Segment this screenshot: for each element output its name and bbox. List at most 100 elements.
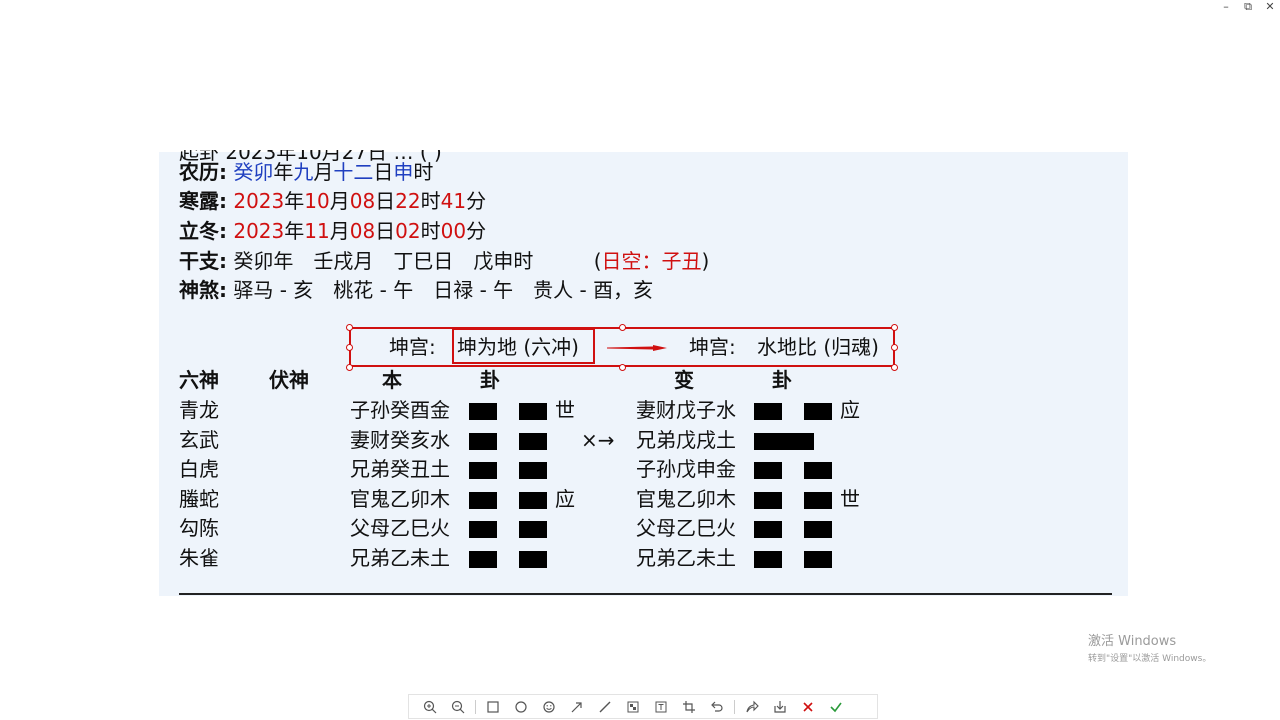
confirm-icon[interactable] xyxy=(825,696,847,718)
right-gua-name: 水地比 (归魂) xyxy=(757,335,879,359)
ben-yao-cell: 兄弟癸丑土 xyxy=(350,457,450,482)
header-bian: 变 xyxy=(674,368,694,392)
resize-handle[interactable] xyxy=(346,344,353,351)
resize-handle[interactable] xyxy=(619,364,626,371)
yao-line-segment xyxy=(754,551,782,568)
yao-line-segment xyxy=(469,521,497,539)
shensha-row: 神煞: 驿马 - 亥 桃花 - 午 日禄 - 午 贵人 - 酉，亥 xyxy=(179,278,654,302)
left-gua-name: 坤为地 (六冲) xyxy=(457,335,579,359)
ben-mark-cell: 世 xyxy=(555,398,575,422)
ganzhi-row: 干支: 癸卯年 壬戌月 丁巳日 戊申时 (日空：子丑) xyxy=(179,249,710,273)
zoom-out-icon[interactable] xyxy=(447,696,469,718)
table-row: 螣蛇 官鬼乙卯木 应 官鬼乙卯木 世 xyxy=(159,484,1128,514)
right-gong: 坤宫: xyxy=(689,335,736,359)
bian-yao-cell: 妻财戊子水 xyxy=(636,398,736,422)
document-area: 起卦 2023年10月27日 … ( ) 农历: 癸卯年九月十二日申时 寒露: … xyxy=(159,150,1128,596)
yao-line-segment xyxy=(754,521,782,539)
line-icon[interactable] xyxy=(594,696,616,718)
yao-line-segment xyxy=(804,491,832,509)
table-row: 朱雀 兄弟乙未土 兄弟乙未土 xyxy=(159,543,1128,573)
gua-title-annotation[interactable]: 坤宫: 坤为地 (六冲) 坤宫: 水地比 (归魂) xyxy=(346,324,898,371)
yao-line-segment xyxy=(519,403,547,420)
change-mark-cell: ×→ xyxy=(581,427,615,452)
yao-line-segment xyxy=(804,521,832,539)
ben-yao-cell: 妻财癸亥水 xyxy=(350,427,450,452)
yao-line-segment xyxy=(754,403,782,420)
windows-activation-watermark: 激活 Windows 转到"设置"以激活 Windows。 xyxy=(1088,634,1212,664)
table-row: 玄武 妻财癸亥水 ×→ 兄弟戊戌土 xyxy=(159,425,1128,455)
header-liushen: 六神 xyxy=(179,368,219,392)
zoom-in-icon[interactable] xyxy=(419,696,441,718)
yao-line-segment xyxy=(469,432,497,450)
save-icon[interactable] xyxy=(769,696,791,718)
share-icon[interactable] xyxy=(741,696,763,718)
liushen-cell: 青龙 xyxy=(179,398,219,422)
header-gua-1: 卦 xyxy=(480,368,500,392)
header-fushen: 伏神 xyxy=(269,368,309,392)
resize-handle[interactable] xyxy=(346,364,353,371)
hanlu-row: 寒露: 2023年10月08日22时41分 xyxy=(179,189,487,213)
yao-line-segment xyxy=(519,462,547,480)
table-row: 青龙 子孙癸酉金 世 妻财戊子水 应 xyxy=(159,395,1128,425)
annotation-toolbar xyxy=(408,694,878,719)
header-ben: 本 xyxy=(382,368,402,392)
table-row: 勾陈 父母乙巳火 父母乙巳火 xyxy=(159,513,1128,543)
yao-line-segment xyxy=(519,432,547,450)
resize-handle[interactable] xyxy=(346,324,353,331)
undo-icon[interactable] xyxy=(706,696,728,718)
cancel-icon[interactable] xyxy=(797,696,819,718)
liushen-cell: 朱雀 xyxy=(179,546,219,570)
bian-yao-cell: 子孙戊申金 xyxy=(636,457,736,482)
divider-line xyxy=(179,593,1112,595)
yao-line-segment xyxy=(469,491,497,509)
toolbar-separator xyxy=(734,699,735,714)
bian-yao-cell: 父母乙巳火 xyxy=(636,516,736,541)
minimize-button[interactable]: – xyxy=(1220,0,1232,14)
yao-line-segment xyxy=(519,521,547,539)
resize-handle[interactable] xyxy=(891,344,898,351)
yao-line-segment xyxy=(804,462,832,480)
left-gong: 坤宫: xyxy=(389,335,436,359)
header-gua-2: 卦 xyxy=(772,368,792,392)
close-button[interactable]: ✕ xyxy=(1264,0,1276,14)
liushen-cell: 玄武 xyxy=(179,427,219,452)
arrow-icon[interactable] xyxy=(566,696,588,718)
resize-handle[interactable] xyxy=(619,324,626,331)
ben-yao-cell: 官鬼乙卯木 xyxy=(350,486,450,511)
bian-mark-cell: 应 xyxy=(840,398,860,422)
restore-button[interactable]: ⧉ xyxy=(1242,0,1254,14)
ben-yao-cell: 父母乙巳火 xyxy=(350,516,450,541)
liushen-cell: 白虎 xyxy=(179,457,219,482)
resize-handle[interactable] xyxy=(891,364,898,371)
yao-line-segment xyxy=(804,403,832,420)
bian-yao-cell: 兄弟戊戌土 xyxy=(636,427,736,452)
mosaic-icon[interactable] xyxy=(622,696,644,718)
resize-handle[interactable] xyxy=(891,324,898,331)
emoji-icon[interactable] xyxy=(538,696,560,718)
crop-icon[interactable] xyxy=(678,696,700,718)
toolbar-separator xyxy=(475,699,476,714)
nongli-row: 农历: 癸卯年九月十二日申时 xyxy=(179,160,434,184)
yao-line-segment xyxy=(804,551,832,568)
ben-yao-cell: 兄弟乙未土 xyxy=(350,546,450,570)
yao-line-segment xyxy=(519,551,547,568)
yao-line-segment xyxy=(469,551,497,568)
yao-line-segment xyxy=(754,462,782,480)
yao-line-segment xyxy=(754,432,814,450)
arrow-annotation[interactable] xyxy=(607,345,667,351)
text-icon[interactable] xyxy=(650,696,672,718)
liushen-cell: 勾陈 xyxy=(179,516,219,541)
rectangle-icon[interactable] xyxy=(482,696,504,718)
bian-yao-cell: 兄弟乙未土 xyxy=(636,546,736,570)
bian-mark-cell: 世 xyxy=(840,486,860,511)
yao-line-segment xyxy=(469,462,497,480)
table-row: 白虎 兄弟癸丑土 子孙戊申金 xyxy=(159,454,1128,484)
ellipse-icon[interactable] xyxy=(510,696,532,718)
yao-line-segment xyxy=(754,491,782,509)
bian-yao-cell: 官鬼乙卯木 xyxy=(636,486,736,511)
liushen-cell: 螣蛇 xyxy=(179,486,219,511)
yao-line-segment xyxy=(469,403,497,420)
ben-mark-cell: 应 xyxy=(555,486,575,511)
lidong-row: 立冬: 2023年11月08日02时00分 xyxy=(179,219,487,243)
ben-yao-cell: 子孙癸酉金 xyxy=(350,398,450,422)
